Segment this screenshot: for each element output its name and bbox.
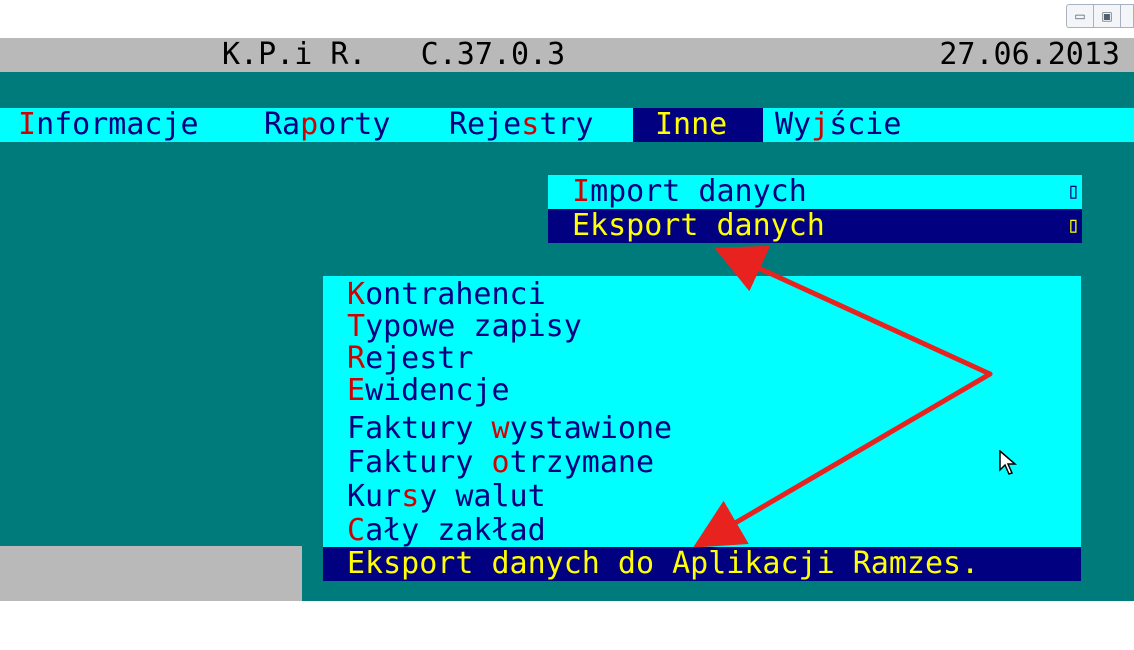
main-menu-bar: Informacje Raporty Rejestry Inne Wyjście	[0, 108, 1134, 142]
list-item-eksport-ramzes[interactable]: Eksport danych do Aplikacji Ramzes.	[323, 547, 1081, 581]
menu-hotkey: s	[401, 479, 420, 514]
list-item-caly-zaklad[interactable]: Cały zakład	[347, 514, 546, 548]
item-text: trzymane	[509, 445, 655, 480]
submenu-item-label: Eksport danych	[572, 208, 825, 243]
list-item-kontrahenci[interactable]: Kontrahenci	[347, 278, 546, 312]
menu-label: nformacje	[36, 107, 199, 142]
item-text: Eksport danych do Aplikacji Ramzes.	[347, 546, 980, 581]
window-controls: ▭ ▣	[1066, 4, 1134, 28]
menu-label: Ra	[264, 107, 301, 142]
list-item-typowe-zapisy[interactable]: Typowe zapisy	[347, 310, 582, 344]
menu-hotkey: E	[347, 373, 366, 408]
menu-label: orty	[318, 107, 391, 142]
close-icon[interactable]	[1121, 5, 1134, 27]
current-date: 27.06.2013	[939, 37, 1120, 72]
restore-icon[interactable]: ▣	[1094, 5, 1121, 27]
menu-item-rejestry[interactable]: Rejestry	[449, 108, 594, 142]
status-area	[0, 546, 302, 601]
item-text: ontrahenci	[365, 277, 546, 312]
menu-hotkey: R	[347, 341, 366, 376]
minimize-icon[interactable]: ▭	[1067, 5, 1094, 27]
item-text: ejestr	[365, 341, 474, 376]
list-item-ewidencje[interactable]: Ewidencje	[347, 374, 510, 408]
item-text: ystawione	[509, 411, 673, 446]
menu-label: Reje	[449, 107, 522, 142]
submenu-arrow-icon: ▯	[1066, 213, 1080, 238]
submenu-item-label: Import danych	[572, 175, 807, 209]
window-chrome: ▭ ▣	[0, 0, 1134, 38]
item-text: y walut	[419, 479, 546, 514]
menu-item-raporty[interactable]: Raporty	[264, 108, 390, 142]
list-item-faktury-wystawione[interactable]: Faktury wystawione	[347, 412, 672, 446]
menu-hotkey: p	[300, 107, 319, 142]
menu-hotkey: j	[811, 107, 830, 142]
menu-label: ście	[829, 107, 902, 142]
item-text: ypowe zapisy	[365, 309, 582, 344]
menu-item-inne[interactable]: Inne	[633, 108, 763, 142]
menu-hotkey: w	[491, 411, 510, 446]
item-text: ały zakład	[365, 513, 546, 548]
submenu-inne: Import danych ▯ Eksport danych ▯	[548, 175, 1082, 243]
menu-label: Inne	[655, 107, 728, 142]
menu-label: try	[539, 107, 594, 142]
menu-item-wyjscie[interactable]: Wyjście	[775, 108, 901, 142]
menu-hotkey: o	[491, 445, 510, 480]
dos-screen: K.P.i R. C.37.0.3 27.06.2013 Informacje …	[0, 38, 1134, 601]
menu-label: Wy	[775, 107, 812, 142]
item-text: Kur	[347, 479, 402, 514]
item-text: Faktury	[347, 411, 492, 446]
menu-hotkey: C	[347, 513, 366, 548]
title-bar: K.P.i R. C.37.0.3 27.06.2013	[0, 38, 1134, 72]
menu-hotkey: I	[572, 174, 591, 209]
submenu-item-text: mport danych	[590, 174, 807, 209]
item-text: widencje	[365, 373, 510, 408]
list-item-kursy-walut[interactable]: Kursy walut	[347, 480, 546, 514]
submenu-arrow-icon: ▯	[1066, 179, 1080, 204]
submenu-item-eksport-danych[interactable]: Eksport danych ▯	[548, 209, 1082, 243]
menu-hotkey: K	[347, 277, 366, 312]
app-title: K.P.i R. C.37.0.3	[222, 37, 566, 72]
menu-item-informacje[interactable]: Informacje	[18, 108, 199, 142]
menu-hotkey: s	[521, 107, 540, 142]
item-text: Faktury	[347, 445, 492, 480]
submenu-eksport: Kontrahenci Typowe zapisy Rejestr Ewiden…	[323, 276, 1081, 581]
list-item-faktury-otrzymane[interactable]: Faktury otrzymane	[347, 446, 654, 480]
mouse-cursor-icon	[999, 450, 1017, 475]
list-item-rejestr[interactable]: Rejestr	[347, 342, 473, 376]
menu-hotkey: T	[347, 309, 366, 344]
submenu-item-import-danych[interactable]: Import danych ▯	[548, 175, 1082, 209]
menu-hotkey: I	[18, 107, 37, 142]
